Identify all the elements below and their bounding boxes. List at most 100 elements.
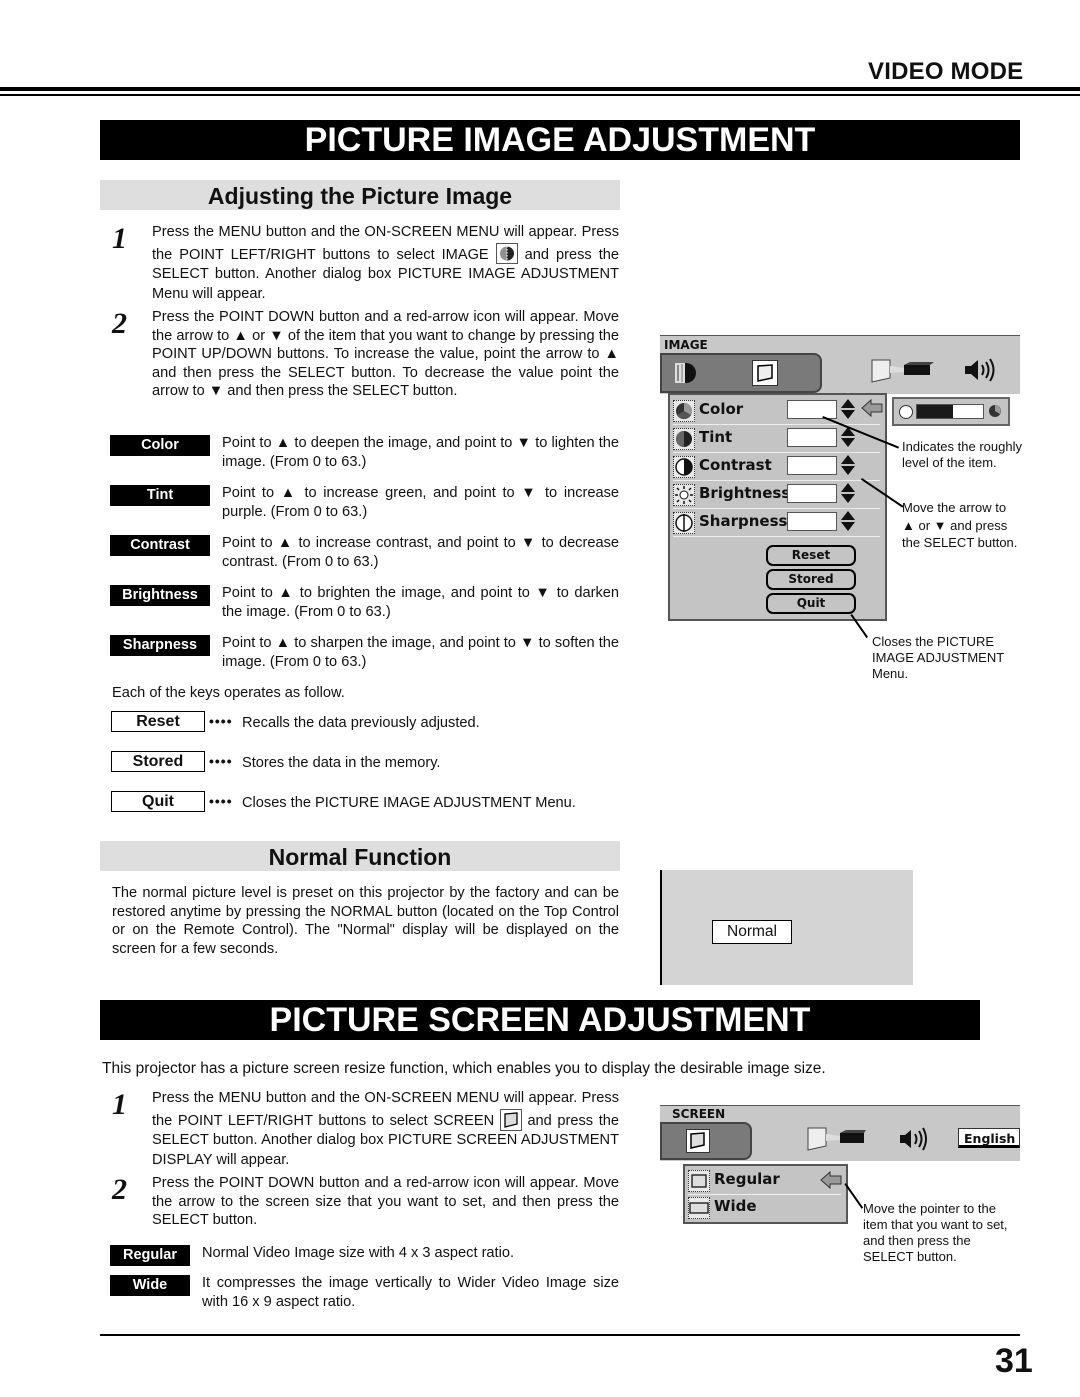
osd-row-contrast[interactable]: Contrast [673,454,880,481]
red-arrow-pointer-icon [820,1170,842,1190]
item-desc-color: Point to ▲ to deepen the image, and poin… [222,435,619,470]
image-menu-icon[interactable] [672,361,698,385]
osd-row-tint[interactable]: Tint [673,426,880,453]
projector-setting-icon[interactable] [870,356,936,384]
level-field [787,484,837,503]
color-icon [673,400,695,422]
step-number: 2 [112,1173,127,1206]
level-field [787,400,837,419]
osd-screen-panel: Regular Wide [683,1164,848,1224]
footer-rule [100,1334,1020,1336]
up-down-arrows-icon[interactable] [841,398,855,420]
osd-menu-bar-screen: SCREEN English [660,1105,1020,1161]
sound-icon[interactable] [963,356,999,384]
key-stored: Stored [111,751,205,772]
screen-menu-icon[interactable] [752,360,778,386]
osd-row-label: Wide [714,1197,757,1215]
contrast-icon [673,456,695,478]
osd-row-label: Brightness [699,484,791,502]
osd-quit-button[interactable]: Quit [766,593,856,614]
key-quit: Quit [111,791,205,812]
color-icon [988,404,1002,418]
osd-row-label: Contrast [699,456,772,474]
item-desc-brightness: Point to ▲ to brighten the image, and po… [222,585,619,620]
item-label-regular: Regular [110,1245,190,1266]
step-text: Press the POINT DOWN button and a red-ar… [152,309,619,400]
osd-row-label: Regular [714,1170,780,1188]
regular-aspect-icon [688,1170,710,1192]
projector-setting-icon[interactable] [806,1124,868,1152]
osd-tab-group [660,353,822,393]
screen-menu-icon [499,1108,522,1131]
osd-row-regular[interactable]: Regular [688,1168,842,1195]
key-reset: Reset [111,711,205,732]
language-selector[interactable]: English [958,1128,1020,1148]
sharpness-icon [673,512,695,534]
keys-intro: Each of the keys operates as follow. [112,685,345,701]
osd-menu-title: IMAGE [664,338,708,352]
section-header: VIDEO MODE [868,58,1024,85]
key-reset-desc: Recalls the data previously adjusted. [242,715,480,731]
up-down-arrows-icon[interactable] [841,454,855,476]
item-desc-contrast: Point to ▲ to increase contrast, and poi… [222,535,619,570]
sound-icon[interactable] [898,1126,930,1152]
osd-image-panel: Color Tint Contrast Brightness Sharpness… [668,393,887,621]
callout-level: Indicates the roughly level of the item. [902,439,1022,470]
key-quit-desc: Closes the PICTURE IMAGE ADJUSTMENT Menu… [242,795,576,811]
normal-display-panel: Normal [660,870,913,985]
image-menu-icon [495,242,518,264]
leader-dots: •••• [209,713,233,729]
osd-row-label: Tint [699,428,733,446]
header-rule [0,87,1080,91]
step-number: 1 [112,222,127,255]
item-desc-sharpness: Point to ▲ to sharpen the image, and poi… [222,635,619,670]
red-arrow-pointer-icon [861,398,883,418]
step-text: Press the MENU button and the ON-SCREEN … [152,223,619,304]
normal-display-label: Normal [712,920,792,944]
header-rule-thin [0,94,1080,96]
step-number: 2 [112,307,127,340]
item-label-color: Color [110,435,210,456]
osd-row-wide[interactable]: Wide [688,1195,841,1221]
step-text: Press the MENU button and the ON-SCREEN … [152,1089,619,1170]
osd-menu-title: SCREEN [672,1107,726,1121]
key-stored-desc: Stores the data in the memory. [242,755,441,771]
brightness-icon [673,484,695,506]
item-label-contrast: Contrast [110,535,210,556]
osd-menu-bar-image: IMAGE [660,335,1020,394]
screen-menu-icon[interactable] [686,1129,710,1153]
item-desc-tint: Point to ▲ to increase green, and point … [222,485,619,520]
item-label-tint: Tint [110,485,210,506]
level-field [787,512,837,531]
level-bar-track [916,404,984,419]
osd-row-sharpness[interactable]: Sharpness [673,510,880,537]
callout-arrow: Move the arrow to ▲ or ▼ and press the S… [902,500,1018,550]
leader-dots: •••• [209,753,233,769]
osd-stored-button[interactable]: Stored [766,569,856,590]
up-down-arrows-icon[interactable] [841,510,855,532]
step-text: Press the POINT DOWN button and a red-ar… [152,1175,619,1229]
tint-icon [673,428,695,450]
screen-intro: This projector has a picture screen resi… [102,1060,826,1077]
section-title-screen: PICTURE SCREEN ADJUSTMENT [100,1000,980,1040]
osd-row-brightness[interactable]: Brightness [673,482,880,509]
osd-tab-group [660,1122,752,1160]
normal-function-text: The normal picture level is preset on th… [112,885,619,957]
level-field [787,428,837,447]
up-down-arrows-icon[interactable] [841,482,855,504]
min-level-icon [899,405,913,419]
level-bar-fill [917,405,954,418]
osd-reset-button[interactable]: Reset [766,545,856,566]
item-desc-regular: Normal Video Image size with 4 x 3 aspec… [202,1245,515,1261]
osd-row-label: Color [699,400,744,418]
level-indicator [892,397,1010,426]
osd-row-color[interactable]: Color [673,398,883,425]
leader-dots: •••• [209,793,233,809]
wide-aspect-icon [688,1197,710,1219]
item-desc-wide: It compresses the image vertically to Wi… [202,1275,619,1310]
osd-row-label: Sharpness [699,512,788,530]
section-title-image: PICTURE IMAGE ADJUSTMENT [100,120,1020,160]
callout-quit: Closes the PICTURE IMAGE ADJUSTMENT Menu… [872,634,1004,681]
level-field [787,456,837,475]
callout-pointer: Move the pointer to the item that you wa… [863,1201,1008,1264]
